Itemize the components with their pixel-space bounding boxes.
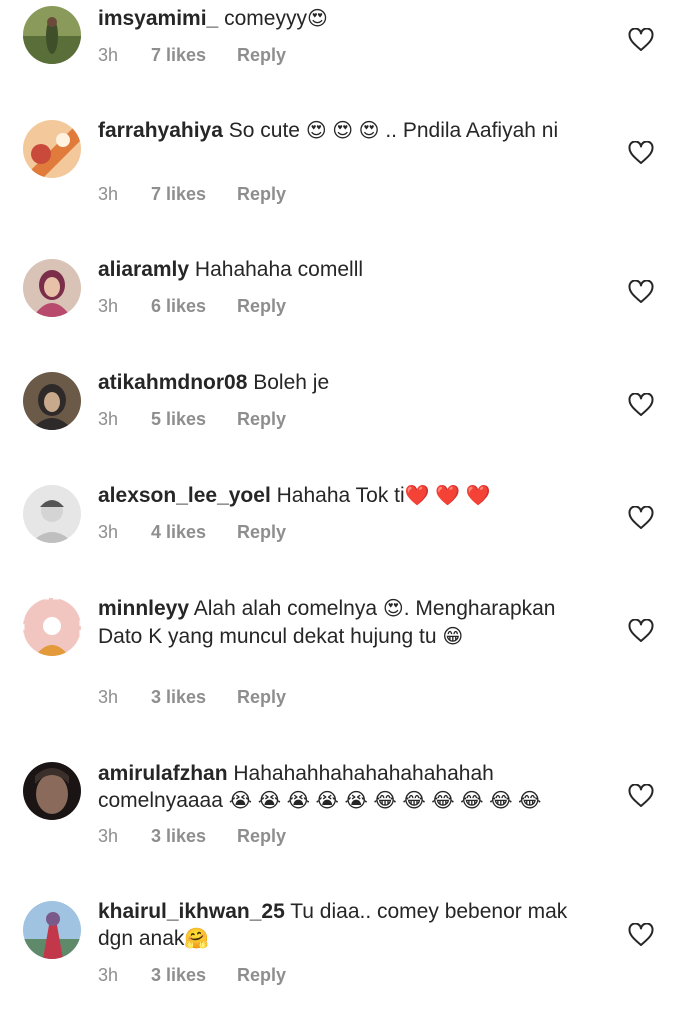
comment-body-continued: .. Pndila Aafiyah ni (385, 119, 559, 142)
comment-timestamp: 3h (98, 296, 119, 316)
like-heart-icon[interactable] (628, 393, 656, 419)
comment-username[interactable]: minnleyy (98, 597, 189, 620)
comment-username[interactable]: amirulafzhan (98, 762, 228, 785)
avatar[interactable] (23, 372, 81, 430)
like-heart-icon[interactable] (628, 923, 656, 949)
comment-body: comeyyy (224, 7, 307, 30)
comment-likes[interactable]: 7 likes (151, 45, 206, 66)
comment-likes[interactable]: 3 likes (151, 965, 206, 986)
comment-body: Hahaha Tok ti (276, 484, 405, 507)
comment-likes[interactable]: 5 likes (151, 409, 206, 430)
avatar[interactable] (23, 485, 81, 543)
comment-text: khairul_ikhwan_25 Tu diaa.. comey bebeno… (98, 898, 568, 953)
comment-username[interactable]: imsyamimi_ (98, 7, 218, 30)
comment-text: alexson_lee_yoel Hahaha Tok ti❤️ ❤️ ❤️ (98, 482, 568, 510)
reply-button[interactable]: Reply (237, 45, 286, 66)
emoji: 🤗 (184, 928, 210, 950)
comment-text: amirulafzhan Hahahahhahahahahahahah come… (98, 760, 568, 815)
like-heart-icon[interactable] (628, 28, 656, 54)
comment-likes[interactable]: 3 likes (151, 687, 206, 708)
comment-timestamp: 3h (98, 965, 119, 985)
avatar[interactable] (23, 762, 81, 820)
emoji: 😁 (442, 626, 464, 648)
comment-text: atikahmdnor08 Boleh je (98, 369, 568, 396)
reply-button[interactable]: Reply (237, 965, 286, 986)
comment-body: So cute (228, 119, 300, 142)
comment-meta: 3h 3 likes Reply (98, 826, 286, 847)
emoji: 😍 (306, 8, 328, 30)
comment-timestamp: 3h (98, 45, 119, 65)
comment-likes[interactable]: 6 likes (151, 296, 206, 317)
avatar[interactable] (23, 120, 81, 178)
avatar[interactable] (23, 259, 81, 317)
comment-username[interactable]: aliaramly (98, 258, 189, 281)
reply-button[interactable]: Reply (237, 522, 286, 543)
like-heart-icon[interactable] (628, 141, 656, 167)
comment-text: imsyamimi_ comeyyy😍 (98, 5, 568, 33)
comment-timestamp: 3h (98, 687, 119, 707)
like-heart-icon[interactable] (628, 619, 656, 645)
comment-meta: 3h 6 likes Reply (98, 296, 286, 317)
emoji: 😍 (382, 598, 404, 620)
reply-button[interactable]: Reply (237, 184, 286, 205)
comment-username[interactable]: atikahmdnor08 (98, 371, 247, 394)
comment-text: aliaramly Hahahaha comelll (98, 256, 568, 283)
like-heart-icon[interactable] (628, 280, 656, 306)
comment-timestamp: 3h (98, 409, 119, 429)
comment-likes[interactable]: 4 likes (151, 522, 206, 543)
comment-text: farrahyahiya So cute 😍 😍 😍 .. Pndila Aaf… (98, 117, 568, 145)
comment-timestamp: 3h (98, 826, 119, 846)
comment-meta: 3h 7 likes Reply (98, 45, 286, 66)
emoji: ❤️ ❤️ ❤️ (404, 485, 491, 507)
emoji: 😍 😍 😍 (305, 120, 380, 142)
like-heart-icon[interactable] (628, 784, 656, 810)
comment-body: Hahahaha comelll (194, 258, 364, 281)
comment-meta: 3h 3 likes Reply (98, 965, 286, 986)
comment-body: Boleh je (253, 371, 330, 394)
comment-meta: 3h 4 likes Reply (98, 522, 286, 543)
comment-meta: 3h 5 likes Reply (98, 409, 286, 430)
comment-username[interactable]: alexson_lee_yoel (98, 484, 271, 507)
comment-username[interactable]: khairul_ikhwan_25 (98, 900, 285, 923)
avatar[interactable] (23, 598, 81, 656)
comment-timestamp: 3h (98, 522, 119, 542)
comment-likes[interactable]: 7 likes (151, 184, 206, 205)
comment-timestamp: 3h (98, 184, 119, 204)
comment-body: Alah alah comelnya (193, 597, 378, 620)
comment-likes[interactable]: 3 likes (151, 826, 206, 847)
comment-text: minnleyy Alah alah comelnya 😍. Mengharap… (98, 595, 568, 651)
comment-username[interactable]: farrahyahiya (98, 119, 223, 142)
reply-button[interactable]: Reply (237, 296, 286, 317)
emoji: 😭 😭 😭 😭 😭 😂 😂 😂 😂 😂 😂 (228, 790, 542, 812)
avatar[interactable] (23, 901, 81, 959)
comment-meta: 3h 3 likes Reply (98, 687, 286, 708)
reply-button[interactable]: Reply (237, 826, 286, 847)
reply-button[interactable]: Reply (237, 409, 286, 430)
like-heart-icon[interactable] (628, 506, 656, 532)
comment-meta: 3h 7 likes Reply (98, 184, 286, 205)
avatar[interactable] (23, 6, 81, 64)
reply-button[interactable]: Reply (237, 687, 286, 708)
